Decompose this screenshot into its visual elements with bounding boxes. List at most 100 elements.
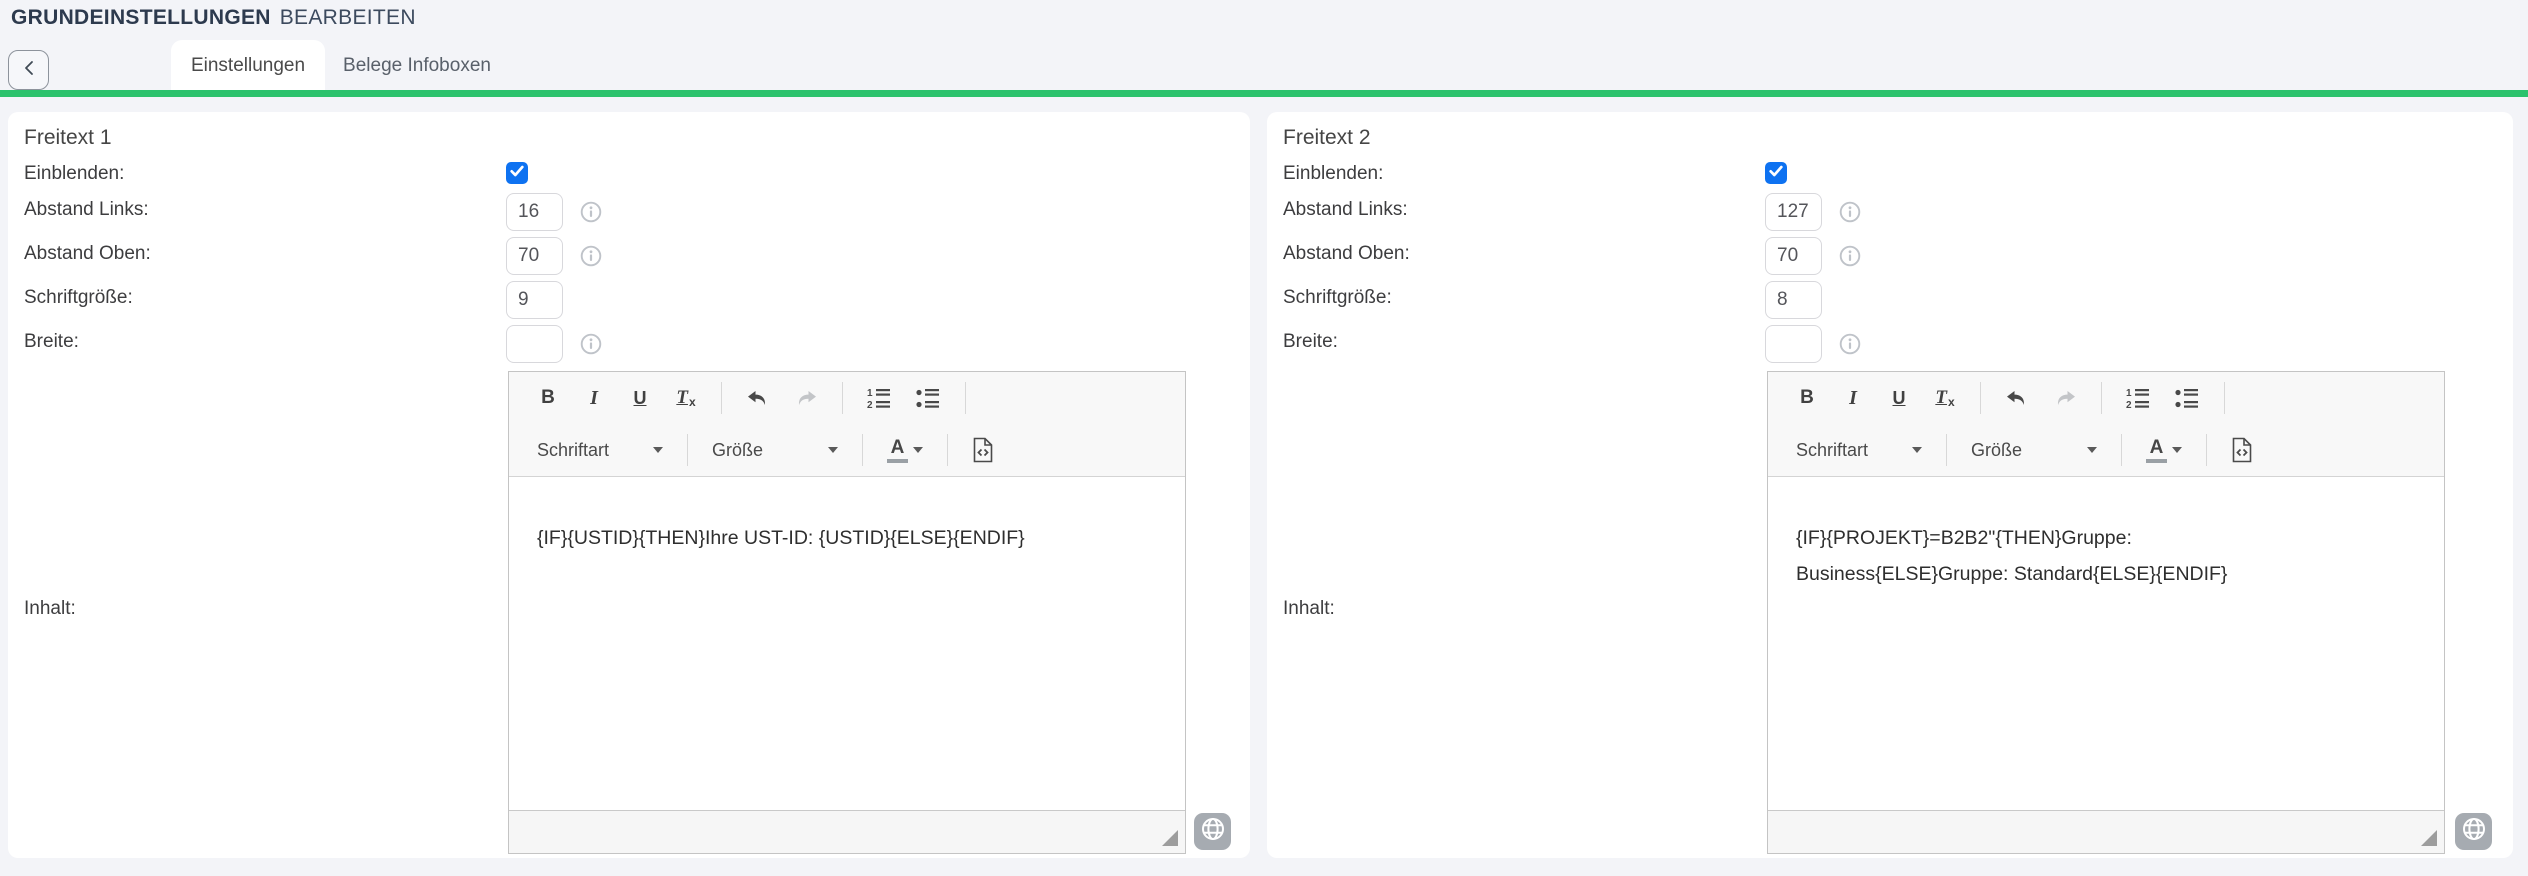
abstand-links-input[interactable] bbox=[506, 193, 563, 231]
color-swatch bbox=[2146, 459, 2167, 463]
editor-content-text: {IF}{USTID}{THEN}Ihre UST-ID: {USTID}{EL… bbox=[537, 520, 1157, 556]
toolbar-separator bbox=[2101, 382, 2102, 414]
richtext-editor: B I U Tx 1 bbox=[1767, 371, 2445, 854]
svg-text:2: 2 bbox=[867, 400, 873, 409]
globe-button[interactable] bbox=[2455, 813, 2492, 850]
abstand-oben-input[interactable] bbox=[1765, 237, 1822, 275]
svg-text:1: 1 bbox=[867, 388, 873, 399]
schriftgroesse-input[interactable] bbox=[1765, 281, 1822, 319]
toolbar-separator bbox=[842, 382, 843, 414]
globe-icon bbox=[1200, 816, 1226, 847]
font-size-dropdown[interactable]: Größe bbox=[1971, 440, 2097, 461]
editor-content-area[interactable]: {IF}{USTID}{THEN}Ihre UST-ID: {USTID}{EL… bbox=[509, 477, 1185, 810]
italic-button[interactable]: I bbox=[1842, 387, 1864, 410]
breite-input[interactable] bbox=[1765, 325, 1822, 363]
bold-button[interactable]: B bbox=[537, 387, 559, 409]
chevron-down-icon bbox=[913, 447, 923, 453]
abstand-links-label: Abstand Links: bbox=[24, 198, 149, 222]
toolbar-separator bbox=[2121, 434, 2122, 466]
page-title: GRUNDEINSTELLUNGENBEARBEITEN bbox=[11, 6, 416, 30]
color-swatch bbox=[887, 459, 908, 463]
freitext-1-panel: Freitext 1 Einblenden: Abstand Links: Ab… bbox=[8, 112, 1250, 858]
resize-handle-icon[interactable] bbox=[2421, 830, 2437, 846]
underline-button[interactable]: U bbox=[1888, 388, 1910, 409]
info-icon[interactable] bbox=[580, 245, 602, 267]
editor-content-area[interactable]: {IF}{PROJEKT}=B2B2"{THEN}Gruppe: Busines… bbox=[1768, 477, 2444, 810]
source-code-icon[interactable] bbox=[2231, 437, 2253, 463]
chevron-down-icon bbox=[2087, 447, 2097, 453]
info-icon[interactable] bbox=[580, 333, 602, 355]
toolbar-row-2: Schriftart Größe A bbox=[537, 424, 1185, 476]
remove-format-button[interactable]: Tx bbox=[1934, 387, 1956, 409]
tab-belege-infoboxen[interactable]: Belege Infoboxen bbox=[327, 40, 507, 91]
toolbar-row-1: B I U Tx 1 bbox=[1796, 372, 2444, 424]
inhalt-label: Inhalt: bbox=[1283, 597, 1335, 621]
resize-handle-icon[interactable] bbox=[1162, 830, 1178, 846]
font-size-dropdown[interactable]: Größe bbox=[712, 440, 838, 461]
bullet-list-icon[interactable] bbox=[916, 387, 941, 409]
abstand-links-input[interactable] bbox=[1765, 193, 1822, 231]
einblenden-label: Einblenden: bbox=[24, 162, 124, 186]
chevron-left-icon bbox=[21, 59, 37, 82]
svg-text:1: 1 bbox=[2126, 388, 2132, 399]
toolbar-separator bbox=[2224, 382, 2225, 414]
richtext-editor: B I U Tx 1 bbox=[508, 371, 1186, 854]
toolbar-separator bbox=[947, 434, 948, 466]
einblenden-checkbox[interactable] bbox=[1765, 162, 1787, 184]
bullet-list-icon[interactable] bbox=[2175, 387, 2200, 409]
toolbar-separator bbox=[1946, 434, 1947, 466]
info-icon[interactable] bbox=[1839, 201, 1861, 223]
abstand-links-label: Abstand Links: bbox=[1283, 198, 1408, 222]
text-color-button[interactable]: A bbox=[2146, 438, 2182, 463]
remove-format-button[interactable]: Tx bbox=[675, 387, 697, 409]
editor-toolbar: B I U Tx 1 bbox=[1768, 372, 2444, 477]
text-color-button[interactable]: A bbox=[887, 438, 923, 463]
back-button[interactable] bbox=[8, 50, 49, 90]
chevron-down-icon bbox=[653, 447, 663, 453]
page-title-section: BEARBEITEN bbox=[280, 6, 416, 29]
info-icon[interactable] bbox=[580, 201, 602, 223]
toolbar-row-2: Schriftart Größe A bbox=[1796, 424, 2444, 476]
font-family-dropdown[interactable]: Schriftart bbox=[537, 440, 663, 461]
breite-input[interactable] bbox=[506, 325, 563, 363]
toolbar-separator bbox=[2206, 434, 2207, 466]
freitext-2-panel: Freitext 2 Einblenden: Abstand Links: Ab… bbox=[1267, 112, 2513, 858]
toolbar-separator bbox=[965, 382, 966, 414]
schriftgroesse-input[interactable] bbox=[506, 281, 563, 319]
globe-icon bbox=[2461, 816, 2487, 847]
numbered-list-icon[interactable]: 1 2 bbox=[2126, 387, 2151, 409]
breite-label: Breite: bbox=[1283, 330, 1338, 354]
undo-icon[interactable] bbox=[2005, 388, 2029, 408]
redo-icon[interactable] bbox=[2053, 388, 2077, 408]
undo-icon[interactable] bbox=[746, 388, 770, 408]
tab-einstellungen[interactable]: Einstellungen bbox=[171, 40, 325, 91]
tab-label: Belege Infoboxen bbox=[343, 55, 491, 77]
toolbar-separator bbox=[862, 434, 863, 466]
bold-button[interactable]: B bbox=[1796, 387, 1818, 409]
svg-text:2: 2 bbox=[2126, 400, 2132, 409]
tab-label: Einstellungen bbox=[191, 55, 305, 77]
toolbar-separator bbox=[721, 382, 722, 414]
italic-button[interactable]: I bbox=[583, 387, 605, 410]
info-icon[interactable] bbox=[1839, 333, 1861, 355]
abstand-oben-label: Abstand Oben: bbox=[24, 242, 151, 266]
editor-status-bar bbox=[1768, 810, 2444, 853]
accent-divider bbox=[0, 90, 2528, 97]
underline-button[interactable]: U bbox=[629, 388, 651, 409]
source-code-icon[interactable] bbox=[972, 437, 994, 463]
toolbar-separator bbox=[1980, 382, 1981, 414]
chevron-down-icon bbox=[828, 447, 838, 453]
panel-title: Freitext 1 bbox=[24, 126, 112, 150]
editor-content-text: {IF}{PROJEKT}=B2B2"{THEN}Gruppe: Busines… bbox=[1796, 520, 2266, 592]
globe-button[interactable] bbox=[1194, 813, 1231, 850]
info-icon[interactable] bbox=[1839, 245, 1861, 267]
checkmark-icon bbox=[509, 164, 525, 183]
chevron-down-icon bbox=[2172, 447, 2182, 453]
abstand-oben-input[interactable] bbox=[506, 237, 563, 275]
font-family-dropdown[interactable]: Schriftart bbox=[1796, 440, 1922, 461]
redo-icon[interactable] bbox=[794, 388, 818, 408]
abstand-oben-label: Abstand Oben: bbox=[1283, 242, 1410, 266]
numbered-list-icon[interactable]: 1 2 bbox=[867, 387, 892, 409]
einblenden-checkbox[interactable] bbox=[506, 162, 528, 184]
chevron-down-icon bbox=[1912, 447, 1922, 453]
